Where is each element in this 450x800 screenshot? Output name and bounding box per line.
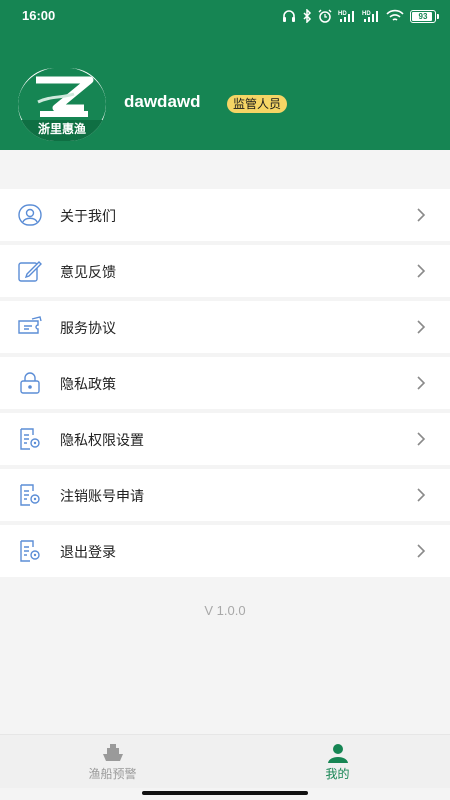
person-circle-icon	[18, 204, 42, 226]
tab-ship-warning[interactable]: 渔船预警	[0, 735, 225, 789]
menu-item-label: 注销账号申请	[60, 489, 144, 505]
lock-icon	[20, 372, 40, 394]
chevron-right-icon	[417, 544, 426, 558]
status-icons: HD HD 93	[282, 8, 439, 24]
svg-text:HD: HD	[338, 11, 347, 17]
profile-header: 16:00 HD HD 93 浙里惠渔 dawdawd 监管人员	[0, 0, 450, 150]
menu-item-label: 隐私权限设置	[60, 433, 144, 449]
menu-item-label: 服务协议	[60, 321, 116, 337]
document-settings-icon	[20, 484, 40, 506]
ticket-icon	[18, 316, 42, 334]
headphones-icon	[283, 10, 295, 22]
menu-item-permission-settings[interactable]: 隐私权限设置	[0, 413, 450, 465]
chevron-right-icon	[417, 376, 426, 390]
chevron-right-icon	[417, 432, 426, 446]
status-bar: 16:00 HD HD 93	[0, 0, 450, 32]
logo-text: 浙里惠渔	[37, 122, 86, 136]
bottom-tab-bar: 渔船预警 我的	[0, 734, 450, 788]
wifi-icon	[386, 9, 404, 21]
app-logo: 浙里惠渔	[18, 68, 106, 141]
tab-label: 我的	[325, 767, 350, 781]
ship-icon	[103, 744, 123, 761]
battery-icon: 93	[410, 9, 439, 23]
menu-item-label: 意见反馈	[60, 265, 116, 281]
svg-text:HD: HD	[362, 11, 371, 17]
alarm-icon	[318, 9, 332, 23]
menu-item-logout[interactable]: 退出登录	[0, 525, 450, 577]
menu-item-service-agreement[interactable]: 服务协议	[0, 301, 450, 353]
tab-label: 渔船预警	[88, 767, 137, 781]
tab-mine[interactable]: 我的	[225, 735, 450, 789]
battery-level: 93	[418, 11, 428, 21]
signal-hd-icon: HD	[362, 11, 378, 22]
user-icon	[328, 744, 348, 763]
chevron-right-icon	[417, 320, 426, 334]
menu-item-cancel-account[interactable]: 注销账号申请	[0, 469, 450, 521]
menu-item-label: 关于我们	[60, 209, 116, 225]
edit-icon	[18, 261, 42, 282]
status-time: 16:00	[22, 8, 56, 23]
chevron-right-icon	[417, 264, 426, 278]
role-badge: 监管人员	[227, 95, 288, 113]
document-settings-icon	[20, 428, 40, 450]
settings-menu: 关于我们 意见反馈 服务协议 隐私政策 隐私权限设置 注销账号申请 退出登录	[0, 189, 450, 581]
home-indicator	[142, 791, 308, 795]
username: dawdawd	[124, 92, 201, 111]
document-settings-icon	[20, 540, 40, 562]
bluetooth-icon	[303, 9, 312, 23]
menu-item-feedback[interactable]: 意见反馈	[0, 245, 450, 297]
chevron-right-icon	[417, 208, 426, 222]
chevron-right-icon	[417, 488, 426, 502]
menu-item-privacy-policy[interactable]: 隐私政策	[0, 357, 450, 409]
menu-item-about[interactable]: 关于我们	[0, 189, 450, 241]
signal-hd-icon: HD	[338, 11, 354, 22]
menu-item-label: 隐私政策	[60, 377, 116, 393]
menu-item-label: 退出登录	[60, 545, 116, 561]
app-version: V 1.0.0	[204, 603, 246, 618]
